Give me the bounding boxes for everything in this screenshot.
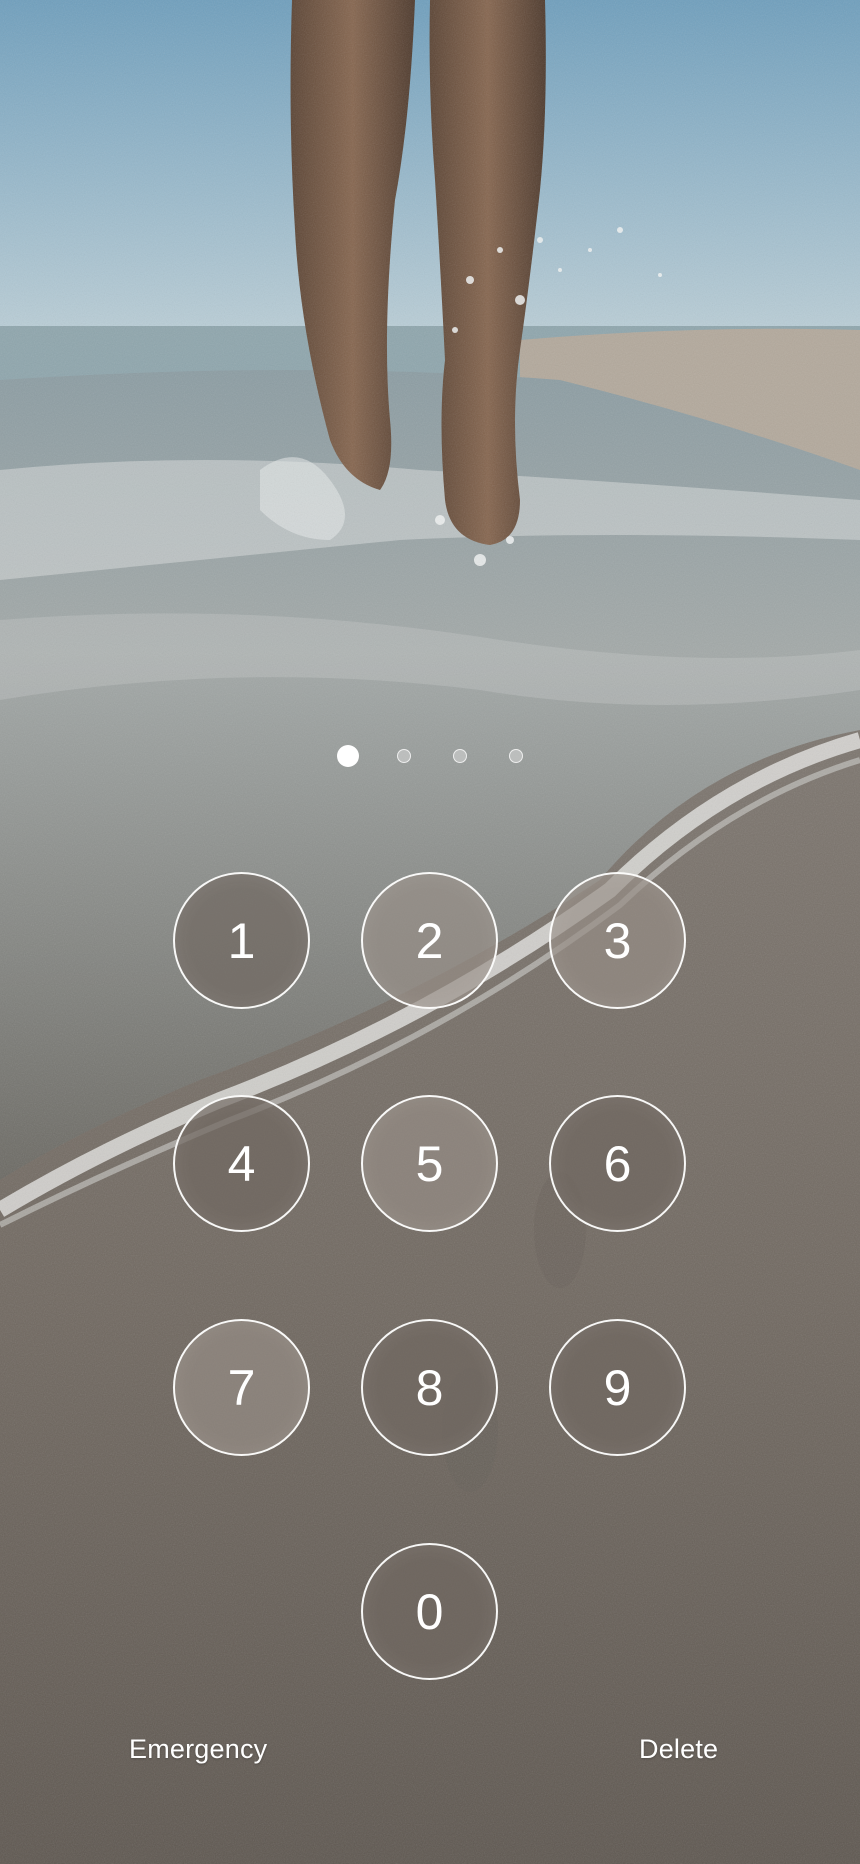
- key-0[interactable]: 0: [361, 1543, 498, 1680]
- key-5[interactable]: 5: [361, 1095, 498, 1232]
- delete-button[interactable]: Delete: [639, 1734, 718, 1765]
- lock-screen: 1 2 3 4 5 6 7 8 9 0 Emergency Delete: [0, 0, 860, 1864]
- key-6[interactable]: 6: [549, 1095, 686, 1232]
- passcode-dot-empty: [453, 749, 467, 763]
- key-8[interactable]: 8: [361, 1319, 498, 1456]
- passcode-dot-filled: [337, 745, 359, 767]
- key-1[interactable]: 1: [173, 872, 310, 1009]
- emergency-button[interactable]: Emergency: [129, 1734, 267, 1765]
- key-9[interactable]: 9: [549, 1319, 686, 1456]
- passcode-dot-empty: [509, 749, 523, 763]
- key-2[interactable]: 2: [361, 872, 498, 1009]
- key-3[interactable]: 3: [549, 872, 686, 1009]
- key-4[interactable]: 4: [173, 1095, 310, 1232]
- key-7[interactable]: 7: [173, 1319, 310, 1456]
- passcode-indicator: [0, 742, 860, 770]
- passcode-dot-empty: [397, 749, 411, 763]
